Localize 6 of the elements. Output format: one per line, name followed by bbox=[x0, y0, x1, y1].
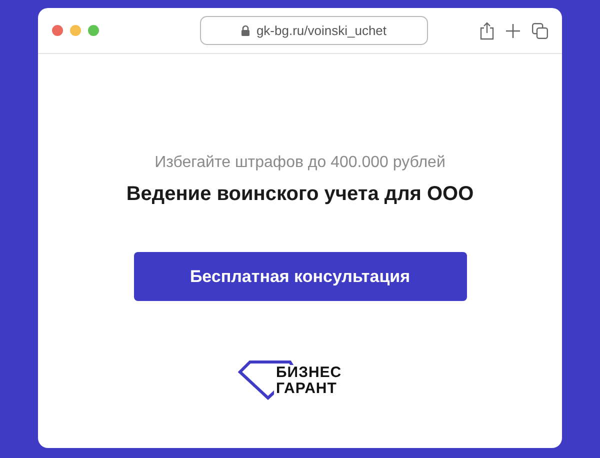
logo-text: ГАРАНТ bbox=[274, 381, 337, 397]
consultation-button[interactable]: Бесплатная консультация bbox=[134, 252, 466, 301]
subtitle: Избегайте штрафов до 400.000 рублей bbox=[154, 154, 446, 172]
headline: Ведение воинского учета для ООО bbox=[126, 183, 474, 206]
address-bar[interactable]: gk-bg.ru/voinski_uchet bbox=[200, 16, 428, 45]
logo-text: БИЗНЕС bbox=[274, 365, 342, 381]
